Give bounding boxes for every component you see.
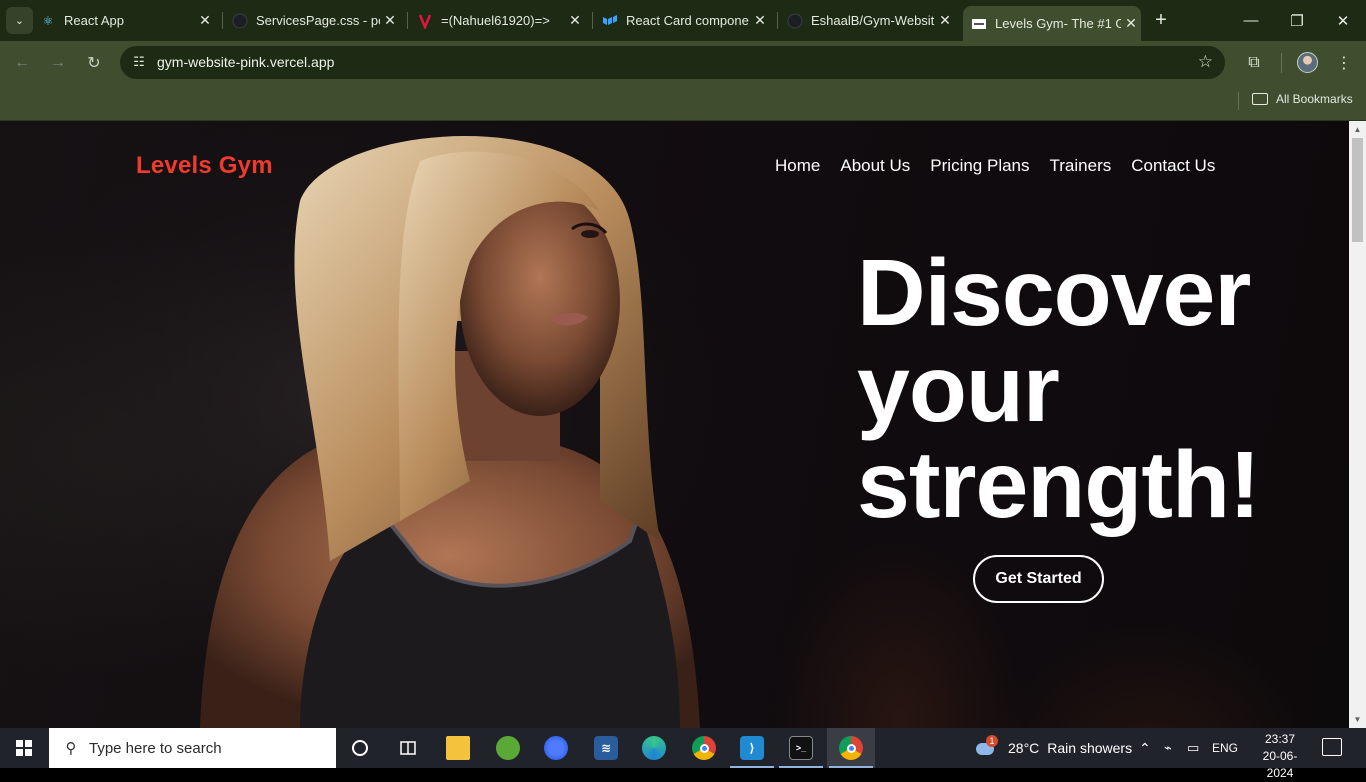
weather-badge: 1 xyxy=(986,735,998,747)
sql-dev-icon[interactable]: ≋ xyxy=(582,728,630,768)
tab-react-app[interactable]: ⚛ React App ✕ xyxy=(40,0,215,41)
main-nav: Home About Us Pricing Plans Trainers Con… xyxy=(775,156,1215,176)
bookmark-star-icon[interactable]: ☆ xyxy=(1198,52,1213,72)
tab-nahuel[interactable]: =(Nahuel61920)=> ✕ xyxy=(417,0,585,41)
tab-separator xyxy=(592,12,593,29)
nav-pricing-plans[interactable]: Pricing Plans xyxy=(930,156,1029,176)
task-view-icon[interactable] xyxy=(384,728,432,768)
file-explorer-icon[interactable] xyxy=(434,728,482,768)
tab-react-card[interactable]: React Card compone ✕ xyxy=(602,0,770,41)
notification-center-icon[interactable] xyxy=(1322,738,1342,756)
nav-home[interactable]: Home xyxy=(775,156,820,176)
cortana-icon[interactable] xyxy=(336,728,384,768)
scroll-up-arrow-icon[interactable]: ▲ xyxy=(1349,121,1366,138)
react-icon: ⚛ xyxy=(42,13,54,28)
taskbar-search[interactable]: ⚲ Type here to search xyxy=(49,728,336,768)
scroll-thumb[interactable] xyxy=(1352,138,1363,242)
tab-strip: ⌄ ⚛ React App ✕ ServicesPage.css - po ✕ … xyxy=(0,0,1366,41)
nahuel-logo-icon xyxy=(417,13,433,29)
terminal-icon[interactable]: >_ xyxy=(777,728,825,768)
chrome-icon[interactable] xyxy=(680,728,728,768)
forward-button[interactable]: → xyxy=(46,51,70,75)
tab-services-css[interactable]: ServicesPage.css - po ✕ xyxy=(232,0,400,41)
new-tab-button[interactable]: + xyxy=(1151,9,1171,32)
tab-separator xyxy=(777,12,778,29)
vscode-icon[interactable]: ⟩ xyxy=(728,728,776,768)
tab-search-button[interactable]: ⌄ xyxy=(6,7,33,34)
windows-taskbar: ⚲ Type here to search ≋ ⟩ >_ 1 28°C Rain… xyxy=(0,728,1366,780)
github-icon xyxy=(232,13,248,29)
close-icon[interactable]: ✕ xyxy=(380,12,400,29)
bookmarks-separator xyxy=(1238,92,1239,110)
folder-icon xyxy=(1252,93,1268,105)
profile-avatar[interactable] xyxy=(1297,52,1318,73)
battery-icon[interactable]: ▭ xyxy=(1187,728,1199,768)
search-icon: ⚲ xyxy=(65,740,77,757)
address-bar[interactable]: ☷ gym-website-pink.vercel.app ☆ xyxy=(120,46,1225,79)
site-favicon xyxy=(971,16,987,32)
hero-heading-line: your xyxy=(857,336,1060,442)
extensions-icon[interactable]: ⧉ xyxy=(1242,51,1266,75)
get-started-button[interactable]: Get Started xyxy=(973,555,1104,603)
close-window-button[interactable]: ✕ xyxy=(1320,0,1366,41)
app-green-icon[interactable] xyxy=(484,728,532,768)
scroll-down-arrow-icon[interactable]: ▼ xyxy=(1349,711,1366,728)
page-scrollbar[interactable]: ▲ ▼ xyxy=(1349,121,1366,728)
browser-toolbar: ← → ↻ ☷ gym-website-pink.vercel.app ☆ ⧉ … xyxy=(0,41,1366,85)
close-icon[interactable]: ✕ xyxy=(935,12,955,29)
mui-icon xyxy=(602,13,618,29)
hero-heading-line: strength! xyxy=(857,432,1261,538)
start-button[interactable] xyxy=(0,728,48,768)
site-info-icon[interactable]: ☷ xyxy=(130,54,148,72)
hero-section: Levels Gym Home About Us Pricing Plans T… xyxy=(0,121,1349,728)
menu-icon[interactable]: ⋮ xyxy=(1332,51,1356,75)
language-indicator[interactable]: ENG xyxy=(1212,728,1238,768)
show-hidden-icons-icon[interactable]: ⌃ xyxy=(1139,728,1151,768)
minimize-button[interactable]: — xyxy=(1228,0,1274,41)
system-clock[interactable]: 23:37 20-06-2024 xyxy=(1250,731,1310,782)
weather-rain-icon: 1 xyxy=(974,735,998,759)
close-icon[interactable]: ✕ xyxy=(565,12,585,29)
close-icon[interactable]: ✕ xyxy=(1121,15,1141,32)
hero-heading-line: Discover xyxy=(857,240,1251,346)
restore-button[interactable]: ❐ xyxy=(1274,0,1320,41)
firefox-icon[interactable] xyxy=(532,728,580,768)
tab-gym-repo[interactable]: EshaalB/Gym-Websit ✕ xyxy=(787,0,955,41)
close-icon[interactable]: ✕ xyxy=(195,12,215,29)
edge-icon[interactable] xyxy=(630,728,678,768)
nav-contact-us[interactable]: Contact Us xyxy=(1131,156,1215,176)
network-icon[interactable]: ⌁ xyxy=(1164,728,1172,768)
reload-button[interactable]: ↻ xyxy=(82,51,106,75)
weather-widget[interactable]: 1 28°C Rain showers xyxy=(974,728,1132,768)
windows-logo-icon xyxy=(16,740,32,756)
hero-athlete-image xyxy=(0,121,760,728)
nav-about-us[interactable]: About Us xyxy=(840,156,910,176)
tab-separator xyxy=(222,12,223,29)
all-bookmarks-button[interactable]: All Bookmarks xyxy=(1252,92,1353,106)
nav-trainers[interactable]: Trainers xyxy=(1050,156,1112,176)
bookmarks-bar xyxy=(0,85,1366,121)
url-text[interactable]: gym-website-pink.vercel.app xyxy=(157,54,334,70)
toolbar-divider xyxy=(1281,53,1282,73)
close-icon[interactable]: ✕ xyxy=(750,12,770,29)
chrome-icon[interactable] xyxy=(827,728,875,768)
tab-separator xyxy=(407,12,408,29)
tab-levels-gym[interactable]: Levels Gym- The #1 G ✕ xyxy=(963,6,1141,41)
github-icon xyxy=(787,13,803,29)
back-button[interactable]: ← xyxy=(10,51,34,75)
brand-logo[interactable]: Levels Gym xyxy=(136,152,273,180)
hero-heading: Discover your strength! xyxy=(857,245,1337,533)
